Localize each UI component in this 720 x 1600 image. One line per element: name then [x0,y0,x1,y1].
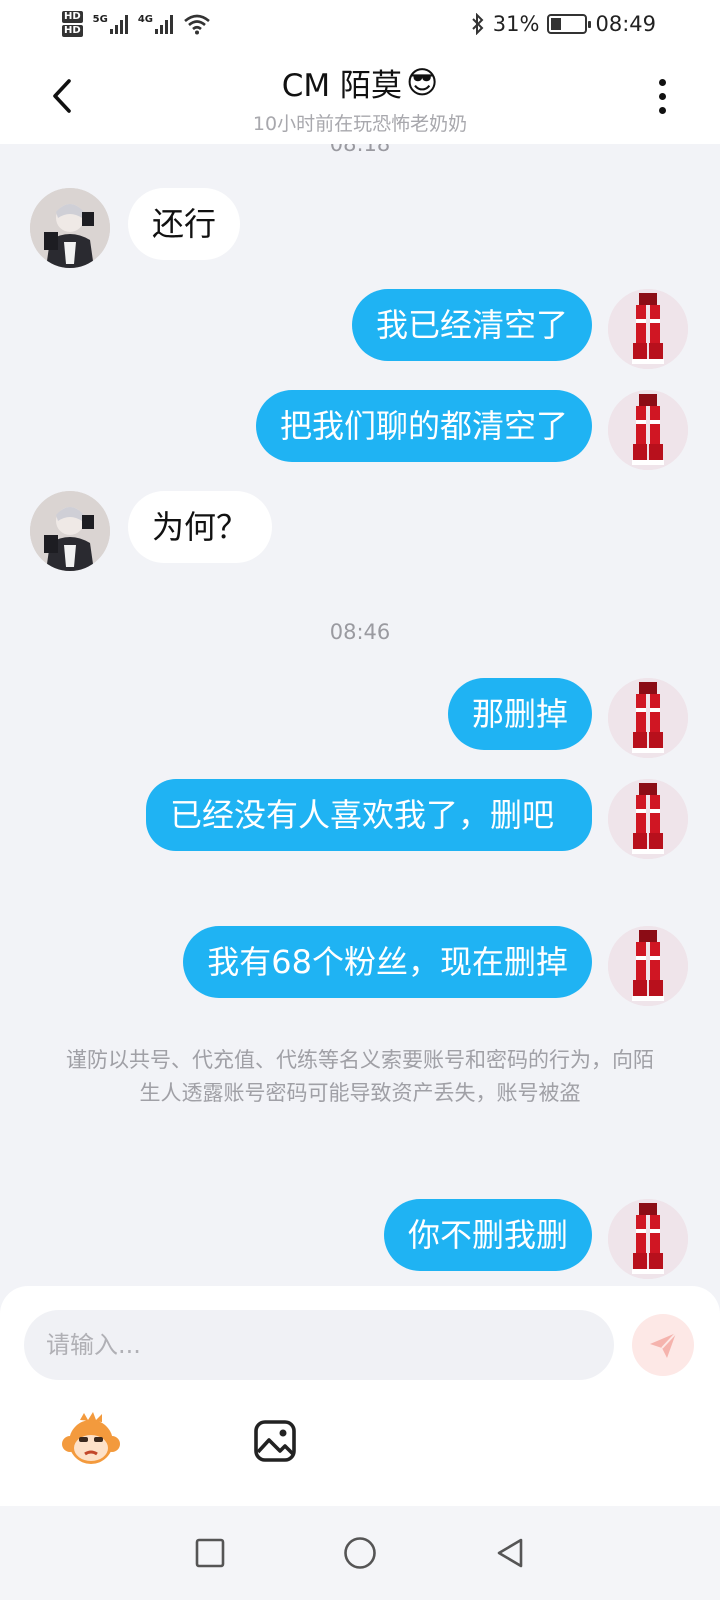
message-row-outgoing: 那删掉 [0,678,720,758]
message-bubble[interactable]: 我有68个粉丝，现在删掉 [183,926,592,998]
my-avatar[interactable] [608,926,688,1006]
security-notice: 谨防以共号、代充值、代练等名义索要账号和密码的行为，向陌生人透露账号密码可能导致… [66,1048,654,1105]
bluetooth-icon [472,13,484,35]
message-bubble[interactable]: 已经没有人喜欢我了，删吧 [146,779,592,851]
battery-percent: 31% [492,12,540,36]
status-left: HD HD 5G 4G [62,11,211,37]
message-bubble[interactable]: 把我们聊的都清空了 [255,390,592,462]
message-row-incoming: 还行 [0,188,720,268]
image-button[interactable] [244,1410,306,1472]
avatar-image [608,779,688,859]
message-row-incoming: 为何？ [0,491,720,571]
message-row-outgoing: 我已经清空了 [0,289,720,369]
message-bubble[interactable]: 为何？ [128,491,273,563]
hd-icon: HD HD [62,11,83,37]
contact-status: 10小时前在玩恐怖老奶奶 [252,113,468,135]
avatar-image [30,491,110,571]
more-options-button[interactable] [640,74,684,118]
sticker-button[interactable] [60,1410,122,1472]
avatar-image [608,678,688,758]
avatar-image [608,289,688,369]
status-right: 31% 08:49 [471,12,656,36]
square-icon [195,1538,225,1568]
message-row-outgoing: 已经没有人喜欢我了，删吧 [0,779,720,905]
message-bubble[interactable]: 我已经清空了 [351,289,592,361]
my-avatar[interactable] [608,390,688,470]
wifi-icon [184,14,210,35]
message-row-outgoing: 把我们聊的都清空了 [0,390,720,470]
my-avatar[interactable] [608,1199,688,1279]
sunglasses-emoji-icon: 😎 [405,64,439,101]
message-input[interactable] [24,1310,614,1380]
avatar-image [608,1199,688,1279]
back-nav-button[interactable] [480,1523,540,1583]
my-avatar[interactable] [608,289,688,369]
battery-icon [547,14,592,34]
chat-header: CM 陌莫 😎 10小时前在玩恐怖老奶奶 [0,48,720,144]
composer [0,1286,720,1506]
network-type-1: 5G [92,14,108,25]
network-type-2: 4G [137,14,154,25]
battery-fill [551,18,562,30]
recents-button[interactable] [180,1523,240,1583]
message-bubble[interactable]: 你不删我删 [383,1199,592,1271]
signal-icon: 5G [93,14,128,34]
message-row-outgoing: 我有68个粉丝，现在删掉 [0,926,720,1006]
timestamp-partial: 08:18 [329,144,391,156]
home-button[interactable] [330,1523,390,1583]
contact-name: CM 陌莫 [281,68,402,104]
signal-icon-2: 4G [137,14,174,34]
message-bubble[interactable]: 那删掉 [447,678,592,750]
send-button[interactable] [632,1314,694,1376]
my-avatar[interactable] [608,678,688,758]
more-vertical-icon [658,78,666,114]
message-bubble[interactable]: 还行 [128,188,241,260]
message-list[interactable]: 08:18 还行 我已经清空了 把我们聊的都清空了 为何？ 08:46 那删掉 … [0,144,720,1304]
triangle-back-icon [497,1538,523,1568]
page-title: CM 陌莫 😎 [282,60,439,105]
my-avatar[interactable] [608,779,688,859]
image-icon [254,1420,296,1462]
monkey-emoji-icon [62,1412,120,1464]
avatar-image [608,390,688,470]
title-block: CM 陌莫 😎 10小时前在玩恐怖老奶奶 [0,60,720,136]
contact-avatar[interactable] [30,491,110,571]
status-bar: HD HD 5G 4G 31% 08:49 [0,0,720,48]
avatar-image [30,188,110,268]
message-row-outgoing: 你不删我删 [0,1199,720,1279]
circle-icon [344,1537,376,1569]
contact-avatar[interactable] [30,188,110,268]
timestamp: 08:46 [329,620,391,644]
system-nav-bar [0,1506,720,1600]
send-icon [650,1332,677,1358]
clock: 08:49 [595,12,656,36]
avatar-image [608,926,688,1006]
